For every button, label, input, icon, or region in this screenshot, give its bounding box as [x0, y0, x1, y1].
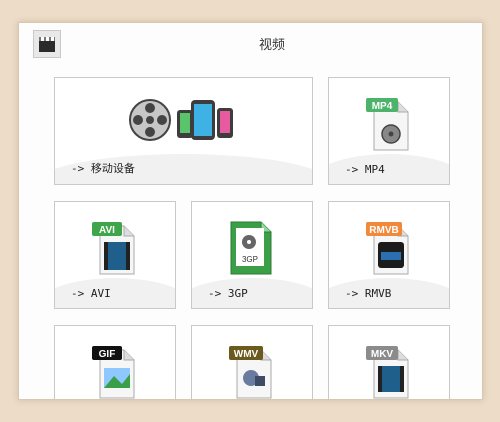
tile-rmvb[interactable]: RMVB -> RMVB	[328, 201, 450, 309]
tile-3gp[interactable]: 3GP -> 3GP	[191, 201, 313, 309]
mp4-file-icon: MP4	[366, 96, 410, 152]
tile-label: -> RMVB	[345, 287, 392, 300]
file-badge-text: RMVB	[369, 225, 398, 236]
tile-label: -> AVI	[71, 287, 111, 300]
tile-label: -> 3GP	[208, 287, 248, 300]
tile-label: -> 移动设备	[71, 162, 135, 175]
film-reel-and-phones-icon	[125, 90, 245, 150]
mkv-file-icon: MKV	[366, 344, 410, 399]
3gp-file-icon: 3GP	[229, 220, 273, 276]
tile-mp4[interactable]: MP4 -> MP4	[328, 77, 450, 185]
wmv-file-icon: WMV	[229, 344, 273, 399]
avi-file-icon: AVI	[92, 220, 136, 276]
file-badge-text: AVI	[99, 225, 115, 236]
file-badge-text: WMV	[234, 349, 259, 360]
file-badge-text: GIF	[99, 349, 116, 360]
gif-file-icon: GIF	[92, 344, 136, 399]
page-title: 视频	[259, 38, 286, 53]
tile-wmv[interactable]: WMV	[191, 325, 313, 399]
rmvb-file-icon: RMVB	[366, 220, 410, 276]
tile-gif[interactable]: GIF	[54, 325, 176, 399]
tile-mobile[interactable]: -> 移动设备	[54, 77, 313, 185]
film-clapper-icon	[33, 30, 61, 58]
tile-mkv[interactable]: MKV	[328, 325, 450, 399]
tile-label: -> MP4	[345, 163, 385, 176]
file-badge-text: MP4	[372, 101, 393, 112]
converter-panel: 视频 -> 移动设备 MP4 -> MP4 AVI -> AVI 3GP -> …	[18, 22, 483, 400]
tile-avi[interactable]: AVI -> AVI	[54, 201, 176, 309]
file-badge-text: 3GP	[242, 255, 258, 264]
file-badge-text: MKV	[371, 349, 394, 360]
